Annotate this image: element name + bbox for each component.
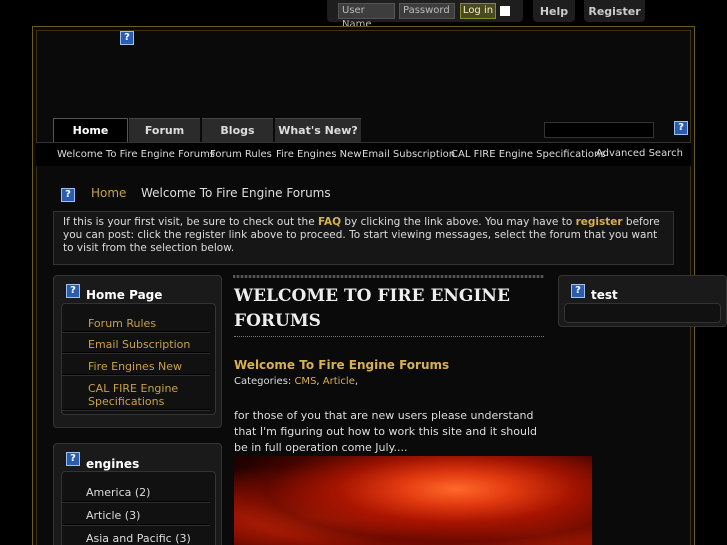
- login-bar: User Name Password Log in: [327, 0, 523, 30]
- login-button[interactable]: Log in: [460, 3, 496, 19]
- password-input[interactable]: Password: [399, 3, 455, 19]
- link-forum-rules[interactable]: Forum Rules: [88, 317, 208, 330]
- home-page-links: Forum Rules Email Subscription Fire Engi…: [61, 303, 216, 415]
- article-body: for those of you that are new users plea…: [234, 409, 538, 454]
- notice-text: If this is your first visit, be sure to …: [63, 216, 318, 228]
- breadcrumb-current: Welcome To Fire Engine Forums: [141, 186, 331, 200]
- tab-blogs[interactable]: Blogs: [202, 118, 273, 142]
- category-article-link[interactable]: Article: [323, 376, 355, 387]
- divider: [234, 336, 544, 337]
- remember-me-checkbox[interactable]: [500, 6, 510, 16]
- category-article[interactable]: Article (3): [86, 509, 140, 522]
- search-input[interactable]: [544, 122, 654, 138]
- notice-text: by clicking the link above. You may have…: [341, 216, 576, 228]
- sub-navigation: Welcome To Fire Engine Forums Forum Rule…: [36, 142, 691, 166]
- center-top-bar: [233, 275, 544, 278]
- page-title: WELCOME TO FIRE ENGINE FORUMS: [234, 286, 510, 331]
- article-title[interactable]: Welcome To Fire Engine Forums: [234, 358, 449, 372]
- question-icon: ?: [674, 121, 688, 135]
- link-calfire-specs[interactable]: CAL FIRE Engine Specifications: [88, 382, 208, 408]
- question-icon: ?: [66, 452, 80, 466]
- category-america[interactable]: America (2): [86, 486, 150, 499]
- register-link[interactable]: register: [576, 216, 623, 228]
- register-button[interactable]: Register: [584, 0, 645, 22]
- question-icon: ?: [571, 284, 585, 298]
- question-icon: ?: [120, 31, 134, 45]
- help-button[interactable]: Help: [533, 0, 575, 22]
- engines-categories: America (2) Article (3) Asia and Pacific…: [61, 471, 216, 545]
- tab-forum[interactable]: Forum: [129, 118, 200, 142]
- divider: [62, 374, 210, 376]
- category-asia-pacific[interactable]: Asia and Pacific (3): [86, 532, 191, 545]
- categories-label: Categories:: [234, 376, 295, 387]
- faq-link[interactable]: FAQ: [318, 216, 341, 228]
- divider: [62, 524, 210, 526]
- tab-whats-new[interactable]: What's New?: [275, 118, 361, 142]
- divider: [62, 352, 210, 354]
- block-title: test: [591, 288, 618, 302]
- block-title: Home Page: [86, 288, 163, 302]
- subnav-email-subscription[interactable]: Email Subscription: [362, 149, 455, 160]
- article-categories: Categories: CMS, Article,: [234, 376, 359, 387]
- subnav-calfire-specs[interactable]: CAL FIRE Engine Specifications: [451, 149, 606, 160]
- category-cms-link[interactable]: CMS: [294, 376, 316, 387]
- welcome-notice: If this is your first visit, be sure to …: [53, 211, 674, 265]
- question-icon: ?: [61, 188, 75, 202]
- subnav-forum-rules[interactable]: Forum Rules: [210, 149, 272, 160]
- fire-image: [234, 456, 592, 545]
- block-title: engines: [86, 457, 140, 471]
- tab-home[interactable]: Home: [53, 118, 128, 142]
- engines-block: ? engines America (2) Article (3) Asia a…: [53, 443, 222, 545]
- test-block: ? test: [558, 275, 727, 327]
- breadcrumb-home[interactable]: Home: [91, 186, 126, 200]
- test-block-content: [564, 303, 721, 323]
- subnav-fire-engines-new[interactable]: Fire Engines New: [276, 149, 362, 160]
- advanced-search-link[interactable]: Advanced Search: [596, 148, 683, 159]
- username-input[interactable]: User Name: [338, 3, 395, 30]
- link-fire-engines-new[interactable]: Fire Engines New: [88, 360, 208, 373]
- subnav-welcome[interactable]: Welcome To Fire Engine Forums: [57, 149, 215, 160]
- link-email-subscription[interactable]: Email Subscription: [88, 338, 208, 351]
- divider: [62, 501, 210, 503]
- divider: [62, 409, 210, 411]
- question-icon: ?: [66, 284, 80, 298]
- divider: [62, 331, 210, 333]
